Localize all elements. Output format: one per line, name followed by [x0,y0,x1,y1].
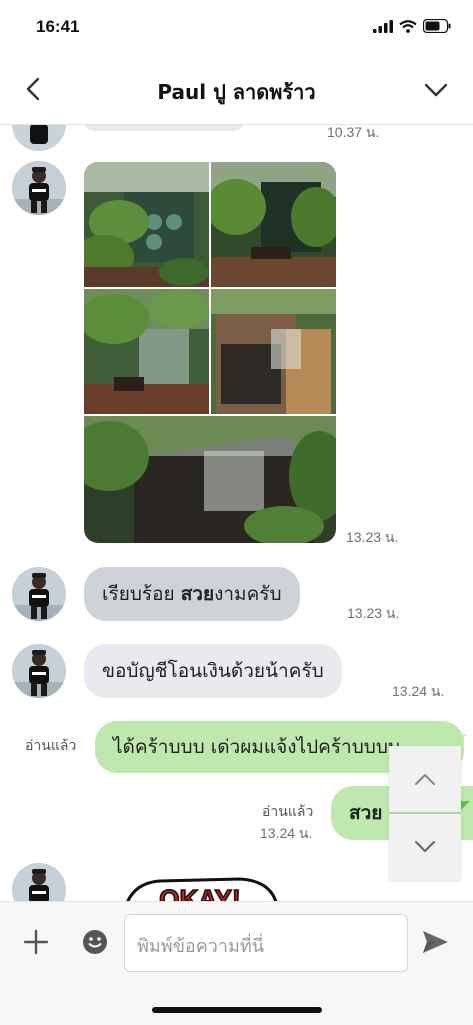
message-time: 10.37 น. [327,125,380,140]
chevron-left-icon [26,77,40,101]
message-text-suffix: งามครับ [214,583,282,605]
emoji-button[interactable] [81,928,109,956]
photo-2[interactable] [211,162,336,287]
chat-title: Paul ปู ลาดพร้าว [157,80,316,104]
avatar[interactable] [12,161,66,215]
wifi-icon [399,18,417,37]
message-text-prefix: เรียบร้อย [102,583,181,605]
message-text: ขอบัญชีโอนเงินด้วยน้าครับ [102,660,324,682]
message-bubble[interactable]: เรียบร้อย สวย งามครับ [84,567,300,621]
message-input[interactable]: พิมพ์ข้อความที่นี่ [124,914,408,972]
battery-icon [422,18,451,37]
photo-1[interactable] [84,162,209,287]
signal-icon [373,18,393,37]
message-text: สวย [349,802,383,824]
previous-message-bubble [84,125,244,131]
message-time: 13.23 น. [346,529,399,545]
message-text: ได้คร้าบบบ เด่วผมแจ้งไปคร้าบบบบ [113,736,400,758]
chat-header: Paul ปู ลาดพร้าว [0,56,473,125]
send-button[interactable] [420,927,450,957]
message-time: 13.24 น. [260,825,313,841]
chevron-up-icon [415,774,435,785]
add-button[interactable] [22,928,50,956]
photo-5[interactable] [84,416,336,543]
plus-icon [23,929,49,955]
sticker[interactable]: OKAY! [120,877,280,901]
avatar[interactable] [12,125,66,151]
status-icons [373,18,451,37]
smiley-icon [83,930,107,954]
avatar[interactable] [12,567,66,621]
send-icon [423,931,448,953]
menu-toggle-button[interactable] [419,74,453,104]
scroll-up-button[interactable] [389,746,461,812]
photo-album[interactable] [84,162,336,543]
message-time: 13.23 น. [347,605,400,621]
message-time: 13.24 น. [392,683,445,699]
scroll-down-button[interactable] [389,814,461,880]
chat-messages[interactable]: 10.37 น. 13.23 น. เรียบร้อย สวย งามครับ … [0,125,473,901]
back-button[interactable] [18,74,48,104]
photo-3[interactable] [84,289,209,414]
chevron-down-icon [415,841,435,852]
avatar[interactable] [12,863,66,901]
home-indicator [152,1007,322,1013]
sticker-text: OKAY! [159,884,240,901]
status-bar: 16:41 [0,0,473,56]
avatar[interactable] [12,644,66,698]
message-text-bold: สวย [180,583,215,605]
read-receipt: อ่านแล้ว [262,804,314,820]
read-receipt: อ่านแล้ว [25,738,77,754]
status-time: 16:41 [36,17,80,36]
photo-4[interactable] [211,289,336,414]
chevron-down-icon [424,83,448,97]
message-bubble[interactable]: ขอบัญชีโอนเงินด้วยน้าครับ [84,644,342,698]
